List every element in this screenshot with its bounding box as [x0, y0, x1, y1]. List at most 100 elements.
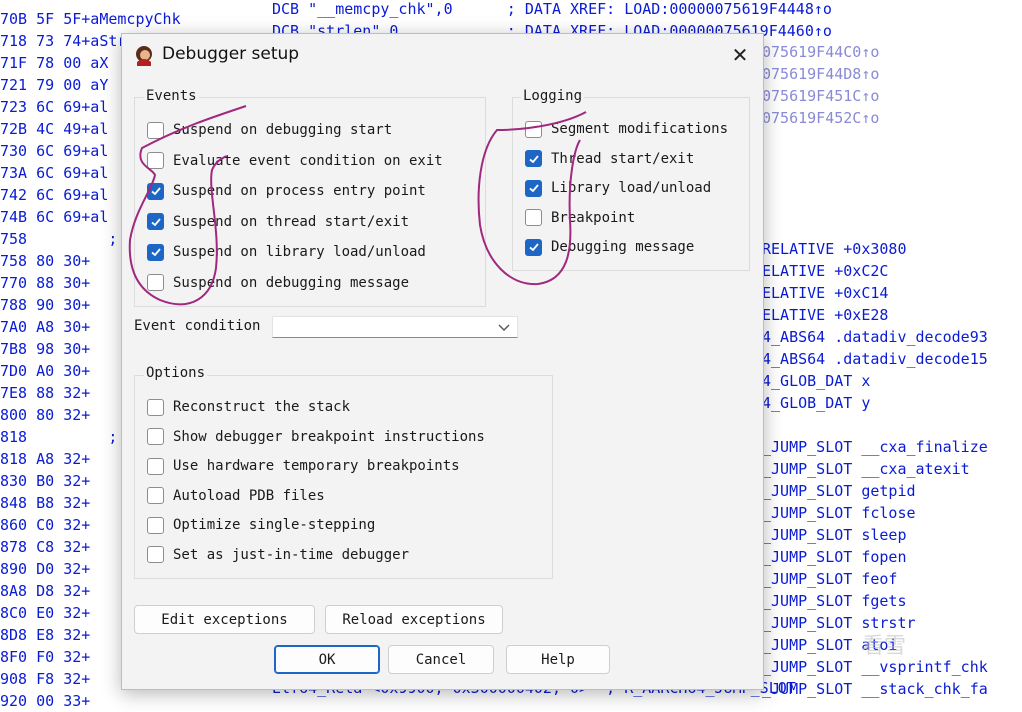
events-checkbox-row[interactable]: Suspend on debugging message [147, 272, 409, 294]
code-line: 818 A8 32+ [0, 450, 91, 468]
code-annotation: _JUMP_SLOT fclose [762, 504, 916, 522]
ok-button[interactable]: OK [274, 645, 380, 674]
title-bar[interactable]: Debugger setup ✕ [122, 34, 763, 76]
code-line: 723 6C 69+al [0, 98, 109, 116]
edit-exceptions-button[interactable]: Edit exceptions [134, 605, 315, 634]
code-annotation: 075619F44D8↑o [762, 65, 880, 83]
code-annotation: _JUMP_SLOT __stack_chk_fa [762, 680, 988, 698]
checkbox[interactable] [525, 238, 542, 256]
options-checkbox-row[interactable]: Optimize single-stepping [147, 514, 375, 536]
events-checkbox-row[interactable]: Suspend on debugging start [147, 119, 392, 141]
code-annotation: _JUMP_SLOT __cxa_atexit [762, 460, 970, 478]
logging-checkbox-row[interactable]: Segment modifications [525, 118, 728, 140]
code-annotation: _JUMP_SLOT __cxa_finalize [762, 438, 988, 456]
checkbox-label: Thread start/exit [551, 150, 695, 167]
checkbox-label: Suspend on debugging message [173, 274, 410, 291]
close-button[interactable]: ✕ [717, 34, 763, 76]
code-annotation: 4_ABS64 .datadiv_decode93 [762, 328, 988, 346]
checkbox[interactable] [525, 209, 542, 226]
code-annotation: _JUMP_SLOT feof [762, 570, 898, 588]
events-group-label: Events [144, 88, 199, 104]
checkbox[interactable] [147, 243, 164, 261]
options-checkbox-row[interactable]: Reconstruct the stack [147, 396, 350, 418]
code-line: 73A 6C 69+al [0, 164, 109, 182]
code-annotation: DCB "__memcpy_chk",0 ; DATA XREF: LOAD:0… [272, 0, 832, 18]
code-line: 7B8 98 30+ [0, 340, 91, 358]
event-condition-combobox[interactable] [272, 316, 518, 338]
dialog-title: Debugger setup [162, 44, 300, 64]
code-line: 830 B0 32+ [0, 472, 91, 490]
code-line: 890 D0 32+ [0, 560, 91, 578]
checkbox-label: Suspend on thread start/exit [173, 213, 410, 230]
code-line: 71F 78 00 aX [0, 54, 109, 72]
checkmark-icon [150, 187, 161, 196]
checkbox[interactable] [147, 457, 164, 475]
logging-checkbox-row[interactable]: Thread start/exit [525, 148, 694, 170]
events-checkbox-row[interactable]: Suspend on library load/unload [147, 241, 426, 263]
watermark: 看雪 [862, 634, 907, 659]
code-annotation: 4_GLOB_DAT y [762, 394, 871, 412]
events-checkbox-row[interactable]: Suspend on thread start/exit [147, 211, 409, 233]
checkbox-label: Segment modifications [551, 121, 729, 137]
code-line: 8A8 D8 32+ [0, 582, 91, 600]
events-checkbox-row[interactable]: Suspend on process entry point [147, 180, 426, 202]
checkbox-label: Use hardware temporary breakpoints [173, 458, 460, 474]
checkbox-label: Library load/unload [551, 180, 712, 196]
logging-checkbox-row[interactable]: Library load/unload [525, 177, 711, 199]
options-checkbox-row[interactable]: Use hardware temporary breakpoints [147, 455, 460, 477]
checkbox-label: Suspend on library load/unload [173, 244, 426, 260]
checkbox[interactable] [147, 487, 164, 504]
code-line: 70B 5F 5F+aMemcpyChk [0, 10, 181, 28]
checkbox[interactable] [147, 213, 164, 230]
code-annotation: ELATIVE +0xC14 [762, 284, 889, 302]
checkbox[interactable] [147, 428, 164, 445]
checkbox[interactable] [147, 274, 164, 291]
checkmark-icon [528, 243, 539, 252]
code-annotation: ELATIVE +0xE28 [762, 306, 889, 324]
checkbox-label: Breakpoint [551, 209, 636, 226]
ida-app-icon [136, 46, 152, 66]
options-checkbox-row[interactable]: Autoload PDB files [147, 485, 325, 507]
options-checkbox-row[interactable]: Set as just-in-time debugger [147, 544, 409, 566]
code-annotation: _JUMP_SLOT getpid [762, 482, 916, 500]
logging-group-label: Logging [521, 88, 585, 104]
logging-checkbox-row[interactable]: Breakpoint [525, 207, 635, 229]
checkbox-label: Set as just-in-time debugger [173, 546, 410, 563]
close-icon: ✕ [731, 43, 749, 67]
events-checkbox-row[interactable]: Evaluate event condition on exit [147, 150, 443, 172]
checkmark-icon [150, 248, 161, 257]
code-line: 860 C0 32+ [0, 516, 91, 534]
checkbox[interactable] [147, 152, 164, 169]
checkbox[interactable] [525, 150, 542, 167]
code-line: 8C0 E0 32+ [0, 604, 91, 622]
checkbox-label: Show debugger breakpoint instructions [173, 428, 485, 445]
checkbox[interactable] [147, 182, 164, 200]
checkbox[interactable] [525, 179, 542, 197]
checkbox[interactable] [147, 398, 164, 416]
code-line: 800 80 32+ [0, 406, 91, 424]
logging-checkbox-row[interactable]: Debugging message [525, 236, 694, 258]
code-line: 848 B8 32+ [0, 494, 91, 512]
code-line: 74B 6C 69+al [0, 208, 109, 226]
code-line: 8D8 E8 32+ [0, 626, 91, 644]
checkbox[interactable] [525, 120, 542, 138]
checkbox-label: Evaluate event condition on exit [173, 152, 443, 169]
code-line: 818 ; [0, 428, 118, 446]
debugger-setup-dialog: Debugger setup ✕ Events Suspend on debug… [121, 33, 764, 690]
help-button[interactable]: Help [506, 645, 610, 674]
cancel-button[interactable]: Cancel [388, 645, 494, 674]
code-annotation: ELATIVE +0xC2C [762, 262, 889, 280]
code-line: 730 6C 69+al [0, 142, 109, 160]
checkbox[interactable] [147, 546, 164, 563]
code-annotation: _JUMP_SLOT fgets [762, 592, 907, 610]
checkmark-icon [150, 217, 161, 226]
code-line: 920 00 33+ [0, 692, 91, 710]
options-group-label: Options [144, 365, 208, 381]
code-annotation: RELATIVE +0x3080 [762, 240, 907, 258]
checkbox[interactable] [147, 121, 164, 139]
checkbox[interactable] [147, 516, 164, 534]
code-annotation: _JUMP_SLOT sleep [762, 526, 907, 544]
reload-exceptions-button[interactable]: Reload exceptions [325, 605, 503, 634]
options-checkbox-row[interactable]: Show debugger breakpoint instructions [147, 426, 485, 448]
chevron-down-icon [498, 324, 510, 331]
